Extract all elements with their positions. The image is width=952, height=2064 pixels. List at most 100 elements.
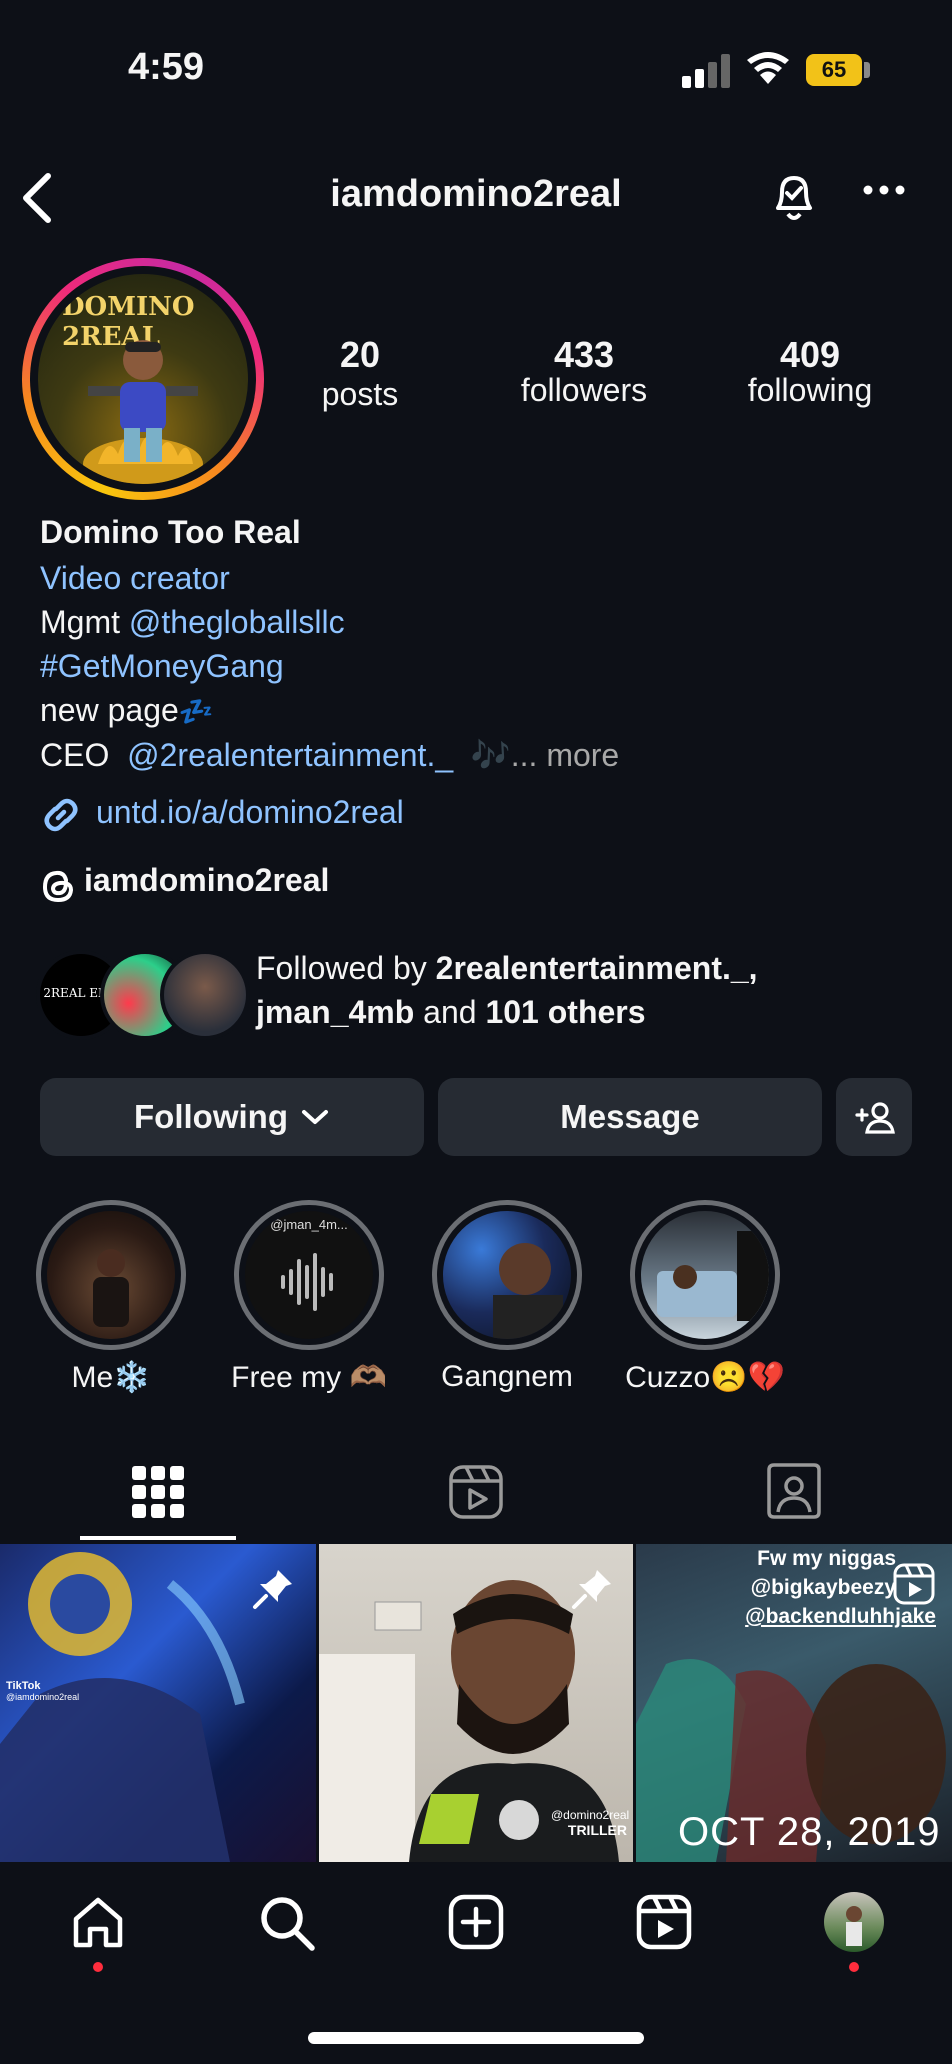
highlight-gangnem[interactable]: Gangnem (432, 1200, 582, 1393)
profile-notification-dot (849, 1962, 859, 1972)
bio-mgmt-prefix: Mgmt (40, 604, 120, 640)
home-indicator-bar (308, 2032, 644, 2044)
stat-following-label: following (747, 372, 873, 408)
post-3-caption: Fw my niggas @bigkaybeezy @backendluhhja… (636, 1544, 936, 1631)
profile-tab-avatar[interactable] (824, 1892, 884, 1952)
highlight-person-art (493, 1243, 563, 1339)
stat-posts-label: posts (321, 376, 399, 412)
active-tab-indicator (80, 1536, 236, 1540)
profile-tab-avatar-art (846, 1906, 862, 1946)
chevron-down-icon (301, 1110, 328, 1124)
followed-by-user-1: 2realentertainment._, (435, 950, 758, 986)
highlight-ring: @jman_4m... (234, 1200, 384, 1350)
highlight-cover (443, 1211, 571, 1339)
highlight-ring (630, 1200, 780, 1350)
following-button[interactable]: Following (40, 1078, 424, 1156)
home-icon[interactable] (70, 1895, 126, 1951)
following-button-label: Following (134, 1098, 288, 1135)
highlight-hospital-art (657, 1231, 769, 1321)
message-button[interactable]: Message (438, 1078, 822, 1156)
create-post-icon[interactable] (448, 1894, 504, 1950)
bio-hashtag[interactable]: #GetMoneyGang (40, 648, 284, 685)
grid-post-1[interactable]: TikTok @iamdomino2real (0, 1544, 316, 1862)
cellular-signal-icon (682, 54, 730, 88)
message-button-label: Message (560, 1098, 700, 1135)
highlight-person-art (93, 1249, 129, 1327)
followed-by-prefix: Followed by (256, 950, 427, 986)
reels-tab-icon[interactable] (448, 1464, 504, 1520)
followed-by-and: and (423, 994, 477, 1030)
stat-following-value: 409 (779, 334, 841, 375)
highlight-me[interactable]: Me❄️ (36, 1200, 186, 1394)
stat-followers[interactable]: 433 followers (494, 334, 674, 409)
followed-by-avatar-3[interactable] (160, 950, 250, 1040)
grid-post-3[interactable]: Fw my niggas @bigkaybeezy @backendluhhja… (636, 1544, 952, 1862)
link-icon (44, 798, 78, 832)
stat-followers-value: 433 (553, 334, 615, 375)
stat-posts-value: 20 (339, 334, 381, 375)
bio-more-link[interactable]: more (546, 737, 619, 773)
bio-mgmt-handle[interactable]: @thegloballsllc (129, 604, 345, 640)
threads-icon (42, 870, 74, 903)
highlight-overlay-text: @jman_4m... (270, 1217, 348, 1232)
highlight-free-my[interactable]: @jman_4m... Free my 🫶🏽 (231, 1200, 387, 1394)
audio-waveform-icon (281, 1253, 333, 1311)
highlight-cover (641, 1211, 769, 1339)
triller-brand: TRILLER (567, 1822, 627, 1838)
stat-followers-label: followers (520, 372, 648, 408)
triller-handle: @domino2real (551, 1808, 630, 1822)
highlight-label: Gangnem (441, 1360, 573, 1393)
search-icon[interactable] (258, 1894, 316, 1952)
more-options-icon[interactable] (862, 184, 906, 196)
stat-following[interactable]: 409 following (720, 334, 900, 409)
followed-by-text[interactable]: Followed by 2realentertainment._, jman_4… (256, 946, 758, 1034)
post-3-date: OCT 28, 2019 (678, 1810, 941, 1854)
music-emoji: 🎶 (470, 737, 511, 773)
highlight-ring (36, 1200, 186, 1350)
grid-tab-icon[interactable] (132, 1466, 184, 1518)
followed-by-user-2: jman_4mb (256, 994, 415, 1030)
bio-ceo-handle[interactable]: @2realentertainment._ (127, 737, 453, 773)
avatar-character-art (83, 340, 203, 484)
profile-category[interactable]: Video creator (40, 560, 230, 597)
notification-bell-icon[interactable] (764, 168, 824, 228)
wifi-icon (747, 52, 789, 84)
tiktok-watermark: TikTok @iamdomino2real (6, 1680, 79, 1702)
pinned-post-icon (572, 1570, 611, 1609)
triller-watermark: @domino2real TRILLER (551, 1808, 630, 1838)
tiktok-handle: @iamdomino2real (6, 1692, 80, 1702)
followed-by-others: 101 others (485, 994, 646, 1030)
threads-handle[interactable]: iamdomino2real (84, 862, 329, 899)
home-notification-dot (93, 1962, 103, 1972)
reels-icon[interactable] (636, 1894, 692, 1950)
bio-ceo-prefix: CEO (40, 737, 110, 773)
add-person-icon (855, 1102, 895, 1134)
status-time: 4:59 (128, 46, 205, 88)
stat-posts[interactable]: 20 posts (290, 334, 430, 413)
bio-new-page-text: new page (40, 692, 179, 728)
battery-indicator: 65 (806, 54, 862, 86)
suggest-people-button[interactable] (836, 1078, 912, 1156)
post-3-caption-line-2: @bigkaybeezy (750, 1576, 896, 1599)
highlight-cover: @jman_4m... (245, 1211, 373, 1339)
sleep-emoji: 💤 (178, 696, 214, 727)
bio-mgmt-line: Mgmt @thegloballsllc (40, 604, 345, 641)
bio-external-link[interactable]: untd.io/a/domino2real (96, 794, 404, 831)
bio-new-page-line: new page💤 (40, 692, 214, 729)
post-3-caption-line-1: Fw my niggas (757, 1547, 896, 1570)
bio-ceo-line: CEO @2realentertainment._ 🎶... more (40, 736, 619, 774)
battery-tip (864, 62, 870, 78)
highlight-label: Free my 🫶🏽 (231, 1361, 387, 1394)
pinned-post-icon (253, 1570, 292, 1609)
highlight-cuzzo[interactable]: Cuzzo☹️💔 (625, 1200, 785, 1394)
reel-badge-icon (893, 1563, 935, 1605)
tiktok-badge: TikTok (6, 1680, 41, 1692)
bio-ellipsis: ... (510, 737, 538, 773)
highlight-cover (47, 1211, 175, 1339)
tagged-tab-icon[interactable] (766, 1462, 822, 1520)
post-3-caption-line-3: @backendluhhjake (745, 1605, 936, 1628)
highlight-label: Me❄️ (71, 1361, 151, 1394)
grid-post-2[interactable]: @domino2real TRILLER (319, 1544, 633, 1862)
highlight-label: Cuzzo☹️💔 (625, 1361, 785, 1394)
profile-avatar[interactable]: DOMINO 2REAL (38, 274, 248, 484)
